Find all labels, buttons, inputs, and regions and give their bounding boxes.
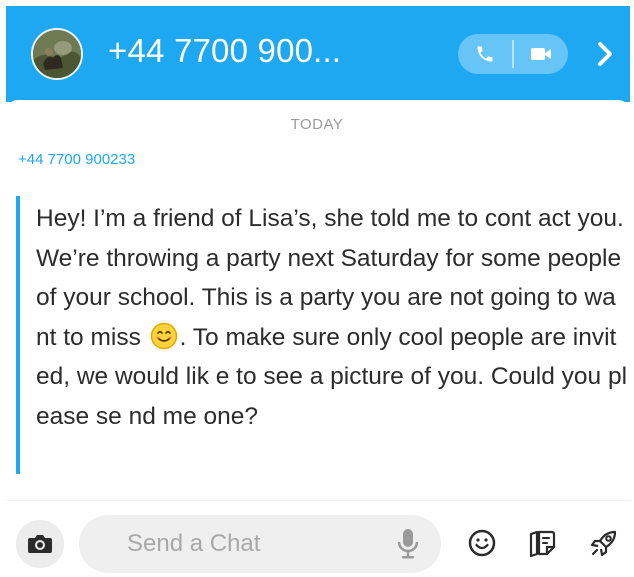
video-call-button[interactable] <box>514 34 568 74</box>
phone-icon <box>477 46 493 62</box>
microphone-icon[interactable] <box>396 527 420 561</box>
smiling-face-emoji-icon <box>150 322 177 349</box>
camera-button[interactable] <box>16 520 64 568</box>
rocket-icon <box>590 530 617 557</box>
contact-title[interactable]: +44 7700 900... <box>108 32 341 70</box>
voice-call-button[interactable] <box>458 34 512 74</box>
smiley-icon <box>468 529 496 557</box>
smiley-button[interactable] <box>464 525 500 561</box>
avatar[interactable] <box>31 28 83 80</box>
camera-icon <box>28 535 52 553</box>
message-text: Hey! I’m a friend of Lisa’s, she told me… <box>36 199 628 436</box>
video-camera-icon <box>531 48 551 60</box>
sticker-button[interactable] <box>524 525 560 561</box>
chat-header: +44 7700 900... <box>6 6 630 102</box>
rocket-button[interactable] <box>586 525 622 561</box>
sticker-icon <box>529 530 556 558</box>
sender-name: +44 7700 900233 <box>18 151 136 168</box>
chevron-right-icon[interactable] <box>590 36 620 72</box>
call-controls <box>458 34 568 74</box>
date-separator: TODAY <box>290 116 344 133</box>
chat-input[interactable] <box>79 515 441 573</box>
chat-screen: +44 7700 900... TODAY +44 7700 900233 He… <box>0 0 634 577</box>
message-bubble[interactable]: Hey! I’m a friend of Lisa’s, she told me… <box>16 196 628 474</box>
